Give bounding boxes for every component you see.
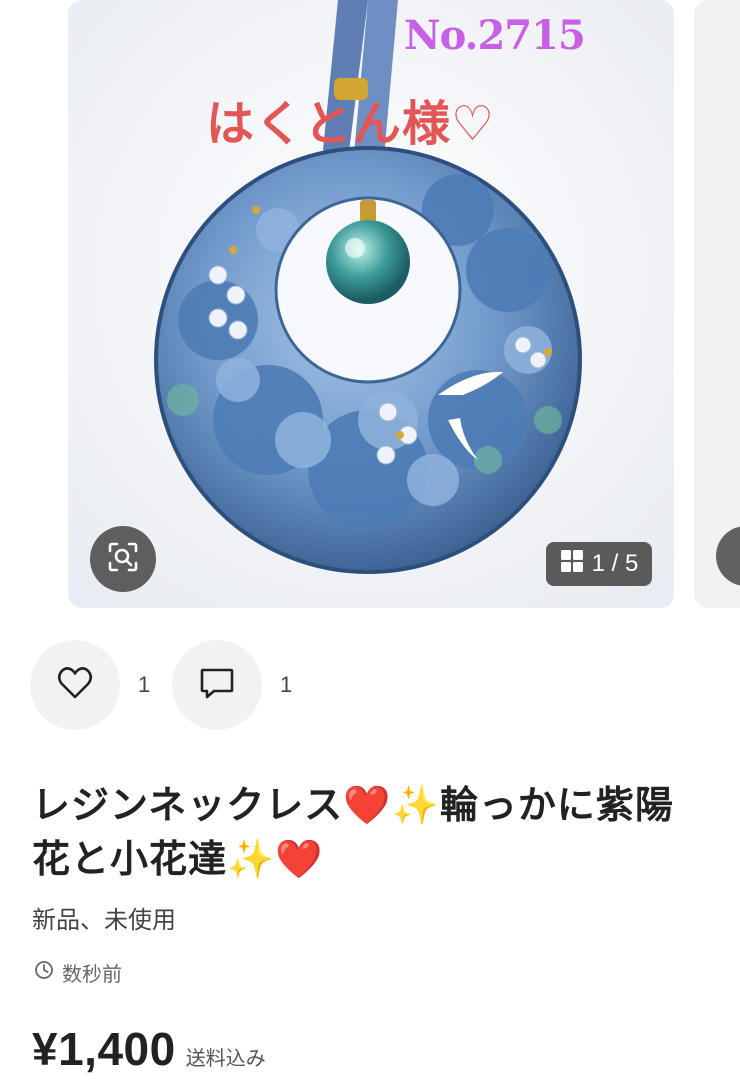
image-search-icon [106, 540, 140, 578]
overlay-name: はくとん様♡ [206, 96, 496, 152]
image-search-button[interactable] [90, 526, 156, 592]
item-condition: 新品、未使用 [32, 906, 176, 934]
gallery-next-slide[interactable] [694, 0, 740, 608]
comment-count: 1 [280, 672, 293, 697]
action-bar: 1 1 [30, 640, 710, 730]
item-price: ¥1,400 [32, 1023, 176, 1075]
clock-icon [34, 960, 54, 985]
posted-time-text: 数秒前 [62, 962, 122, 986]
item-title: レジンネックレス❤️✨輪っかに紫陽花と小花達✨❤️ [32, 783, 674, 881]
posted-time: 数秒前 [34, 958, 122, 987]
grid-icon [560, 549, 584, 580]
overlay-number: No.2715 [404, 12, 586, 59]
comment-button[interactable] [172, 640, 262, 730]
image-counter-text: 1 / 5 [591, 550, 639, 577]
like-button[interactable] [30, 640, 120, 730]
heart-icon [55, 663, 95, 707]
gallery-slide[interactable]: No.2715 はくとん様♡ 1 / 5 [68, 0, 674, 608]
shipping-label: 送料込み [185, 1046, 266, 1070]
image-counter[interactable]: 1 / 5 [546, 542, 652, 586]
image-gallery[interactable]: No.2715 はくとん様♡ 1 / 5 [0, 0, 740, 612]
like-count: 1 [138, 672, 151, 697]
next-slide-button[interactable] [716, 526, 740, 586]
price-row: ¥1,400 送料込み [32, 1022, 266, 1076]
comment-icon [197, 663, 237, 707]
